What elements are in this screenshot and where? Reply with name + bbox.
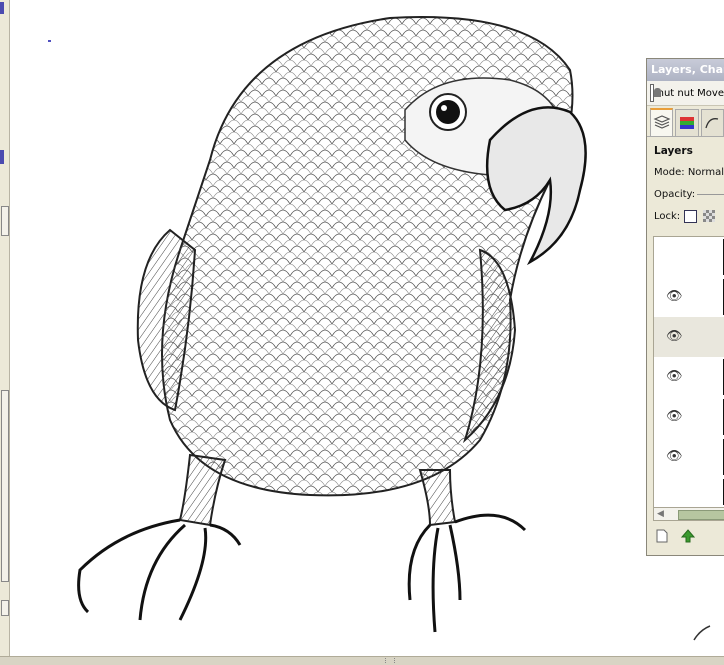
scrollbar-thumb[interactable]	[678, 510, 724, 520]
lock-alpha-icon[interactable]	[703, 210, 716, 222]
toolbox-widget[interactable]	[1, 206, 9, 236]
toolbox-panel[interactable]	[1, 390, 9, 582]
image-canvas[interactable]	[10, 0, 724, 656]
dock-title[interactable]: Layers, Chann	[647, 59, 724, 81]
layers-icon	[653, 115, 671, 129]
image-menu[interactable]: nut nut Move	[647, 81, 724, 106]
layers-dock: Layers, Chann nut nut Move Layers Mode: …	[646, 58, 724, 556]
layer-row[interactable]: 👁	[654, 277, 724, 317]
mode-select[interactable]: Normal	[688, 167, 724, 178]
opacity-slider[interactable]	[697, 193, 724, 195]
visibility-eye-icon[interactable]: 👁	[666, 450, 683, 463]
lock-pixels-checkbox[interactable]	[684, 209, 698, 223]
mode-label: Mode:	[654, 166, 685, 178]
layer-row-selected[interactable]: 👁	[654, 317, 724, 357]
channels-icon	[679, 117, 694, 129]
parrot-sketch	[77, 16, 711, 641]
layer-list[interactable]: 👁 👁 👁 👁 👁	[653, 236, 724, 508]
image-thumbnail-icon	[650, 84, 660, 102]
new-layer-button[interactable]	[653, 527, 671, 545]
tab-paths[interactable]	[700, 109, 724, 136]
raise-layer-button[interactable]	[679, 527, 697, 545]
tab-channels[interactable]	[675, 109, 699, 136]
opacity-label: Opacity:	[654, 188, 696, 200]
toolbox-marker	[0, 2, 4, 14]
visibility-eye-icon[interactable]: 👁	[666, 410, 683, 423]
toolbox-edge	[0, 0, 10, 656]
toolbox-marker	[0, 150, 4, 164]
toolbox-widget[interactable]	[1, 600, 9, 616]
canvas-mark	[48, 40, 51, 42]
image-menu-label: nut nut Move	[657, 87, 724, 99]
layer-row[interactable]	[654, 237, 724, 277]
layer-row[interactable]: 👁	[654, 437, 724, 477]
panel-title: Layers	[654, 145, 693, 157]
layer-row[interactable]: 👁	[654, 357, 724, 397]
tab-layers[interactable]	[650, 108, 674, 136]
new-layer-icon	[656, 529, 668, 543]
layer-list-scrollbar[interactable]: ◀	[653, 507, 724, 521]
layer-row[interactable]: 👁	[654, 397, 724, 437]
visibility-eye-icon[interactable]: 👁	[666, 370, 683, 383]
layer-row[interactable]	[654, 477, 724, 507]
visibility-eye-icon[interactable]: 👁	[666, 290, 683, 303]
scroll-left-icon[interactable]: ◀	[657, 508, 664, 520]
raise-layer-icon	[681, 529, 695, 543]
visibility-eye-icon[interactable]: 👁	[666, 330, 683, 343]
dock-tabs	[647, 106, 724, 137]
paths-icon	[705, 118, 719, 129]
lock-label: Lock:	[654, 210, 681, 222]
scrollbar-grip[interactable]	[385, 658, 395, 663]
